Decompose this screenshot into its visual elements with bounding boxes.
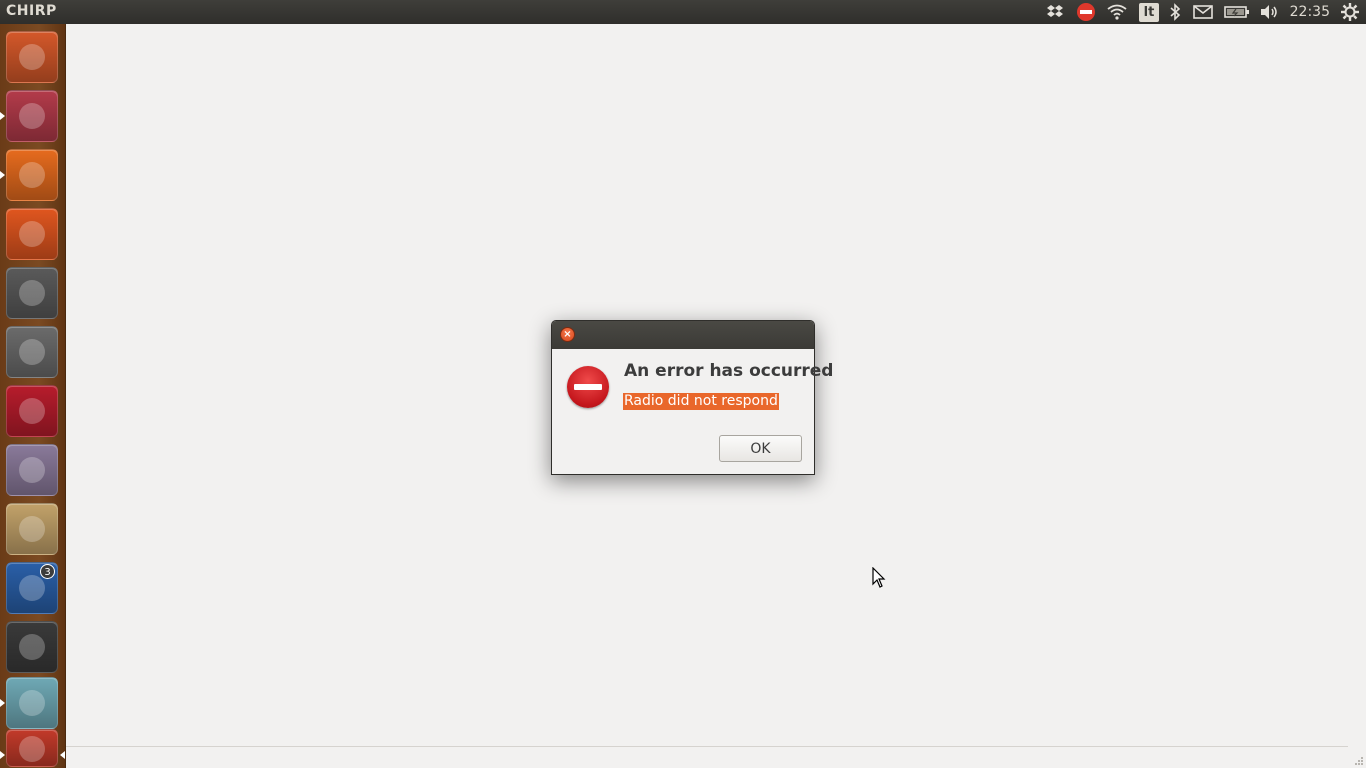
files-icon [19, 103, 45, 129]
error-dialog: × An error has occurred Radio did not re… [551, 320, 833, 475]
resize-grip-icon[interactable] [1352, 754, 1364, 766]
volume-icon[interactable] [1258, 2, 1280, 22]
running-indicator [0, 751, 5, 759]
bluetooth-icon[interactable] [1167, 2, 1183, 22]
running-indicator [0, 699, 5, 707]
mendeley-icon [19, 398, 45, 424]
launcher-item-system-settings[interactable] [6, 267, 58, 319]
error-icon [567, 366, 609, 408]
launcher-item-dash-home[interactable] [6, 31, 58, 83]
text-editor-icon [19, 736, 45, 762]
dialog-heading: An error has occurred [624, 361, 834, 381]
launcher-item-thunderbird[interactable]: 3 [6, 562, 58, 614]
top-panel: CHIRP lt 22:35 [0, 0, 1366, 24]
unread-count-badge: 3 [40, 564, 55, 579]
clock[interactable]: 22:35 [1290, 4, 1330, 20]
dropbox-icon[interactable] [1044, 2, 1066, 22]
startup-disk-creator-icon [19, 339, 45, 365]
dialog-titlebar[interactable]: × [552, 321, 814, 349]
terminal-icon [19, 634, 45, 660]
running-indicator [0, 112, 5, 120]
software-center-icon [19, 221, 45, 247]
mouse-cursor-icon [872, 567, 886, 588]
launcher-item-text-editor[interactable] [6, 729, 58, 767]
keyboard-layout-label: lt [1143, 5, 1155, 20]
launcher-item-mendeley[interactable] [6, 385, 58, 437]
launcher-item-files[interactable] [6, 90, 58, 142]
dash-home-icon [19, 44, 45, 70]
close-button[interactable]: × [560, 327, 575, 342]
settings-icon[interactable] [1340, 2, 1360, 22]
firefox-icon [19, 162, 45, 188]
launcher-item-cheese[interactable] [6, 444, 58, 496]
launcher: 3 [0, 24, 66, 768]
status-bar-divider [66, 746, 1348, 747]
mail-icon[interactable] [1192, 2, 1214, 22]
ok-button[interactable]: OK [719, 435, 802, 462]
launcher-item-startup-disk-creator[interactable] [6, 326, 58, 378]
wifi-icon[interactable] [1106, 2, 1128, 22]
keyboard-layout-icon[interactable]: lt [1139, 3, 1159, 22]
launcher-item-terminal[interactable] [6, 621, 58, 673]
battery-icon[interactable] [1224, 2, 1250, 22]
running-indicator [0, 171, 5, 179]
launcher-item-chirp[interactable] [6, 677, 58, 729]
launcher-item-archive-manager[interactable] [6, 503, 58, 555]
system-settings-icon [19, 280, 45, 306]
archive-manager-icon [19, 516, 45, 542]
launcher-item-firefox[interactable] [6, 149, 58, 201]
do-not-disturb-icon[interactable] [1075, 2, 1097, 22]
app-title: CHIRP [6, 3, 57, 19]
chirp-icon [19, 690, 45, 716]
cheese-icon [19, 457, 45, 483]
thunderbird-icon [19, 575, 45, 601]
launcher-item-software-center[interactable] [6, 208, 58, 260]
dialog-message: Radio did not respond [623, 393, 779, 410]
focused-indicator [60, 751, 65, 759]
